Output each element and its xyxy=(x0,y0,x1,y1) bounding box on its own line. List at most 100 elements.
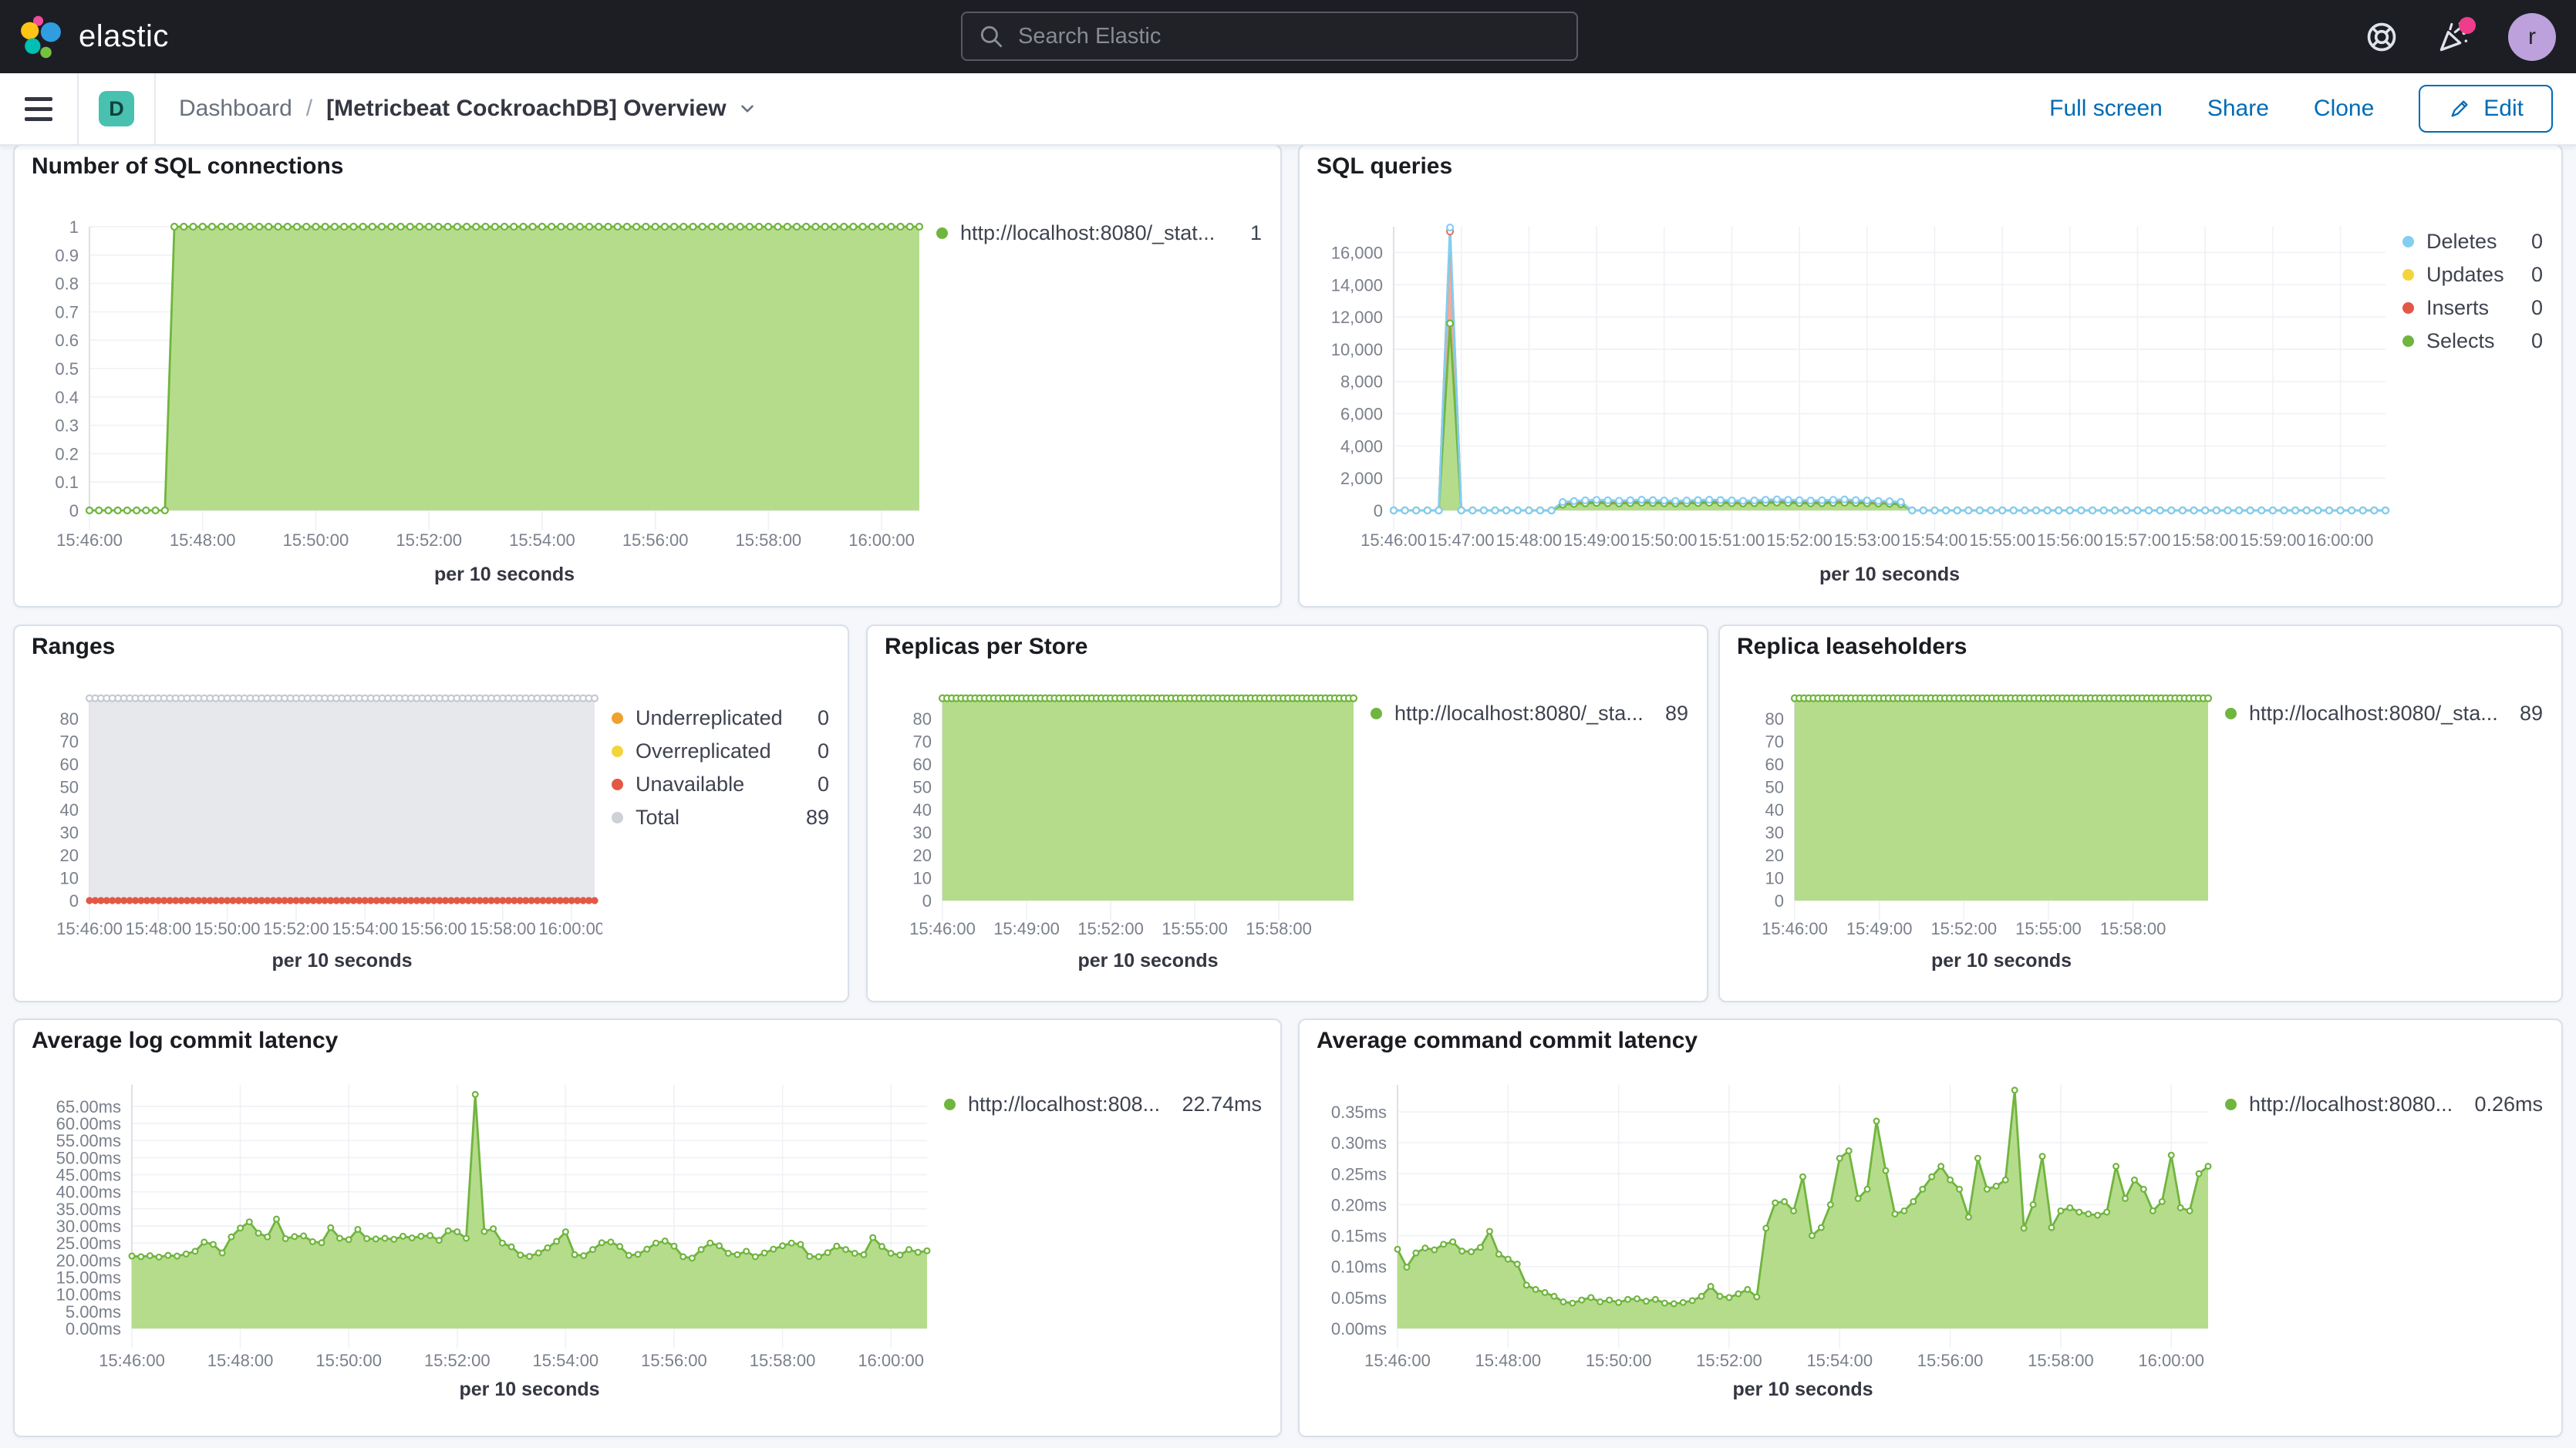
breadcrumb-current[interactable]: [Metricbeat CockroachDB] Overview xyxy=(326,96,757,122)
svg-text:0: 0 xyxy=(69,501,79,520)
legend-item[interactable]: Unavailable0 xyxy=(612,771,829,797)
share-button[interactable]: Share xyxy=(2207,96,2269,122)
top-header: elastic xyxy=(0,0,2576,73)
svg-text:per 10 seconds: per 10 seconds xyxy=(1931,950,2072,972)
legend-label: Updates xyxy=(2426,263,2504,287)
legend-item[interactable]: Inserts0 xyxy=(2402,295,2543,321)
legend-item[interactable]: Deletes0 xyxy=(2402,228,2543,254)
svg-text:0.05ms: 0.05ms xyxy=(1331,1288,1387,1308)
panel-title[interactable]: Replicas per Store xyxy=(885,634,1087,660)
svg-text:30: 30 xyxy=(1765,823,1784,843)
svg-text:50: 50 xyxy=(60,778,79,797)
svg-text:15:58:00: 15:58:00 xyxy=(736,530,802,550)
sql-queries-chart[interactable]: 15:46:0015:47:0015:48:0015:49:0015:50:00… xyxy=(1309,195,2393,604)
svg-text:15:54:00: 15:54:00 xyxy=(533,1351,599,1370)
legend-value: 0.26ms xyxy=(2466,1093,2543,1116)
svg-text:15:58:00: 15:58:00 xyxy=(750,1351,816,1370)
svg-text:15:49:00: 15:49:00 xyxy=(1846,919,1913,938)
legend-item[interactable]: Updates 0 xyxy=(2402,261,2543,288)
legend-label: Total xyxy=(636,806,679,830)
svg-text:15:58:00: 15:58:00 xyxy=(2100,919,2166,938)
legend-value: 0 xyxy=(810,706,829,730)
command-commit-latency-chart[interactable]: 15:46:0015:48:0015:50:0015:52:0015:54:00… xyxy=(1309,1069,2216,1434)
legend-item[interactable]: http://localhost:8080...0.26ms xyxy=(2225,1091,2543,1117)
ranges-chart[interactable]: 15:46:0015:48:0015:50:0015:52:0015:54:00… xyxy=(24,675,602,999)
legend-value: 0 xyxy=(2524,329,2543,353)
space-badge[interactable]: D xyxy=(99,91,134,126)
legend-swatch-icon xyxy=(936,227,948,239)
legend-item[interactable]: http://localhost:8080/_sta...89 xyxy=(2225,700,2543,726)
svg-text:0: 0 xyxy=(69,891,79,911)
legend-value: 0 xyxy=(2524,296,2543,320)
log-commit-latency-chart[interactable]: 15:46:0015:48:0015:50:0015:52:0015:54:00… xyxy=(24,1069,935,1434)
svg-text:15:55:00: 15:55:00 xyxy=(2015,919,2082,938)
edit-button[interactable]: Edit xyxy=(2419,85,2553,133)
breadcrumb-dashboard[interactable]: Dashboard xyxy=(179,96,292,122)
svg-text:15:52:00: 15:52:00 xyxy=(424,1351,491,1370)
panel-title[interactable]: Replica leaseholders xyxy=(1737,634,1967,660)
svg-text:0.5: 0.5 xyxy=(55,359,79,379)
legend-value: 0 xyxy=(2524,263,2543,287)
legend-item[interactable]: Underreplicated0 xyxy=(612,705,829,731)
svg-text:30: 30 xyxy=(913,823,932,843)
svg-text:15:56:00: 15:56:00 xyxy=(2037,530,2103,550)
svg-text:0.35ms: 0.35ms xyxy=(1331,1103,1387,1122)
svg-text:15:52:00: 15:52:00 xyxy=(1930,919,1997,938)
global-search[interactable] xyxy=(961,12,1578,61)
svg-text:16:00:00: 16:00:00 xyxy=(858,1351,924,1370)
legend-item[interactable]: Overreplicated0 xyxy=(612,738,829,764)
legend-item[interactable]: Total89 xyxy=(612,804,829,830)
chevron-down-icon xyxy=(737,99,757,119)
legend-swatch-icon xyxy=(2225,708,2237,719)
clone-button[interactable]: Clone xyxy=(2314,96,2374,122)
svg-text:15:51:00: 15:51:00 xyxy=(1699,530,1765,550)
toolbar-actions: Full screen Share Clone Edit xyxy=(2049,85,2576,133)
panel-sql-connections: Number of SQL connections 15:46:0015:48:… xyxy=(13,144,1282,608)
svg-text:10,000: 10,000 xyxy=(1331,340,1383,359)
breadcrumb-separator: / xyxy=(306,96,312,122)
svg-text:15:54:00: 15:54:00 xyxy=(1806,1351,1873,1370)
svg-text:0.00ms: 0.00ms xyxy=(1331,1319,1387,1339)
legend-item[interactable]: http://localhost:8080/_sta...89 xyxy=(1371,700,1688,726)
svg-text:15:54:00: 15:54:00 xyxy=(1902,530,1968,550)
panel-log-commit-latency: Average log commit latency 15:46:0015:48… xyxy=(13,1019,1282,1437)
svg-text:15:52:00: 15:52:00 xyxy=(396,530,462,550)
svg-text:50: 50 xyxy=(1765,778,1784,797)
svg-text:15:53:00: 15:53:00 xyxy=(1834,530,1900,550)
sql-connections-chart[interactable]: 15:46:0015:48:0015:50:0015:52:0015:54:00… xyxy=(24,195,927,604)
legend-item[interactable]: Selects0 xyxy=(2402,328,2543,354)
help-button[interactable] xyxy=(2363,19,2400,56)
panel-title[interactable]: Ranges xyxy=(32,634,115,660)
panel-title[interactable]: Number of SQL connections xyxy=(32,153,344,180)
svg-text:per 10 seconds: per 10 seconds xyxy=(434,564,575,585)
svg-text:0.30ms: 0.30ms xyxy=(1331,1133,1387,1153)
legend-item[interactable]: http://localhost:8080/_stat...1 xyxy=(936,220,1262,246)
panel-title[interactable]: Average command commit latency xyxy=(1317,1028,1698,1054)
svg-text:80: 80 xyxy=(1765,709,1784,729)
panel-command-commit-latency: Average command commit latency 15:46:001… xyxy=(1298,1019,2563,1437)
newsfeed-button[interactable] xyxy=(2436,19,2473,56)
svg-text:0.20ms: 0.20ms xyxy=(1331,1195,1387,1214)
panel-title[interactable]: Average log commit latency xyxy=(32,1028,338,1054)
legend-item[interactable]: http://localhost:808...22.74ms xyxy=(944,1091,1262,1117)
menu-button[interactable] xyxy=(0,73,77,144)
svg-text:0: 0 xyxy=(1775,891,1784,911)
search-input[interactable] xyxy=(1017,23,1561,50)
svg-text:20: 20 xyxy=(1765,846,1784,865)
svg-text:10: 10 xyxy=(60,869,79,888)
replicas-per-store-chart[interactable]: 15:46:0015:49:0015:52:0015:55:0015:58:00… xyxy=(877,675,1361,999)
user-avatar[interactable]: r xyxy=(2508,13,2556,61)
svg-text:15:49:00: 15:49:00 xyxy=(993,919,1060,938)
svg-text:15:56:00: 15:56:00 xyxy=(641,1351,707,1370)
hamburger-icon xyxy=(25,97,52,101)
svg-text:16:00:00: 16:00:00 xyxy=(848,530,915,550)
legend-value: 0 xyxy=(810,773,829,796)
replica-leaseholders-chart[interactable]: 15:46:0015:49:0015:52:0015:55:0015:58:00… xyxy=(1729,675,2216,999)
panel-title[interactable]: SQL queries xyxy=(1317,153,1452,180)
full-screen-button[interactable]: Full screen xyxy=(2049,96,2163,122)
elastic-logo[interactable]: elastic xyxy=(0,15,169,59)
panel-ranges: Ranges 15:46:0015:48:0015:50:0015:52:001… xyxy=(13,625,849,1002)
svg-text:40: 40 xyxy=(60,800,79,820)
svg-text:20: 20 xyxy=(913,846,932,865)
svg-text:14,000: 14,000 xyxy=(1331,275,1383,295)
